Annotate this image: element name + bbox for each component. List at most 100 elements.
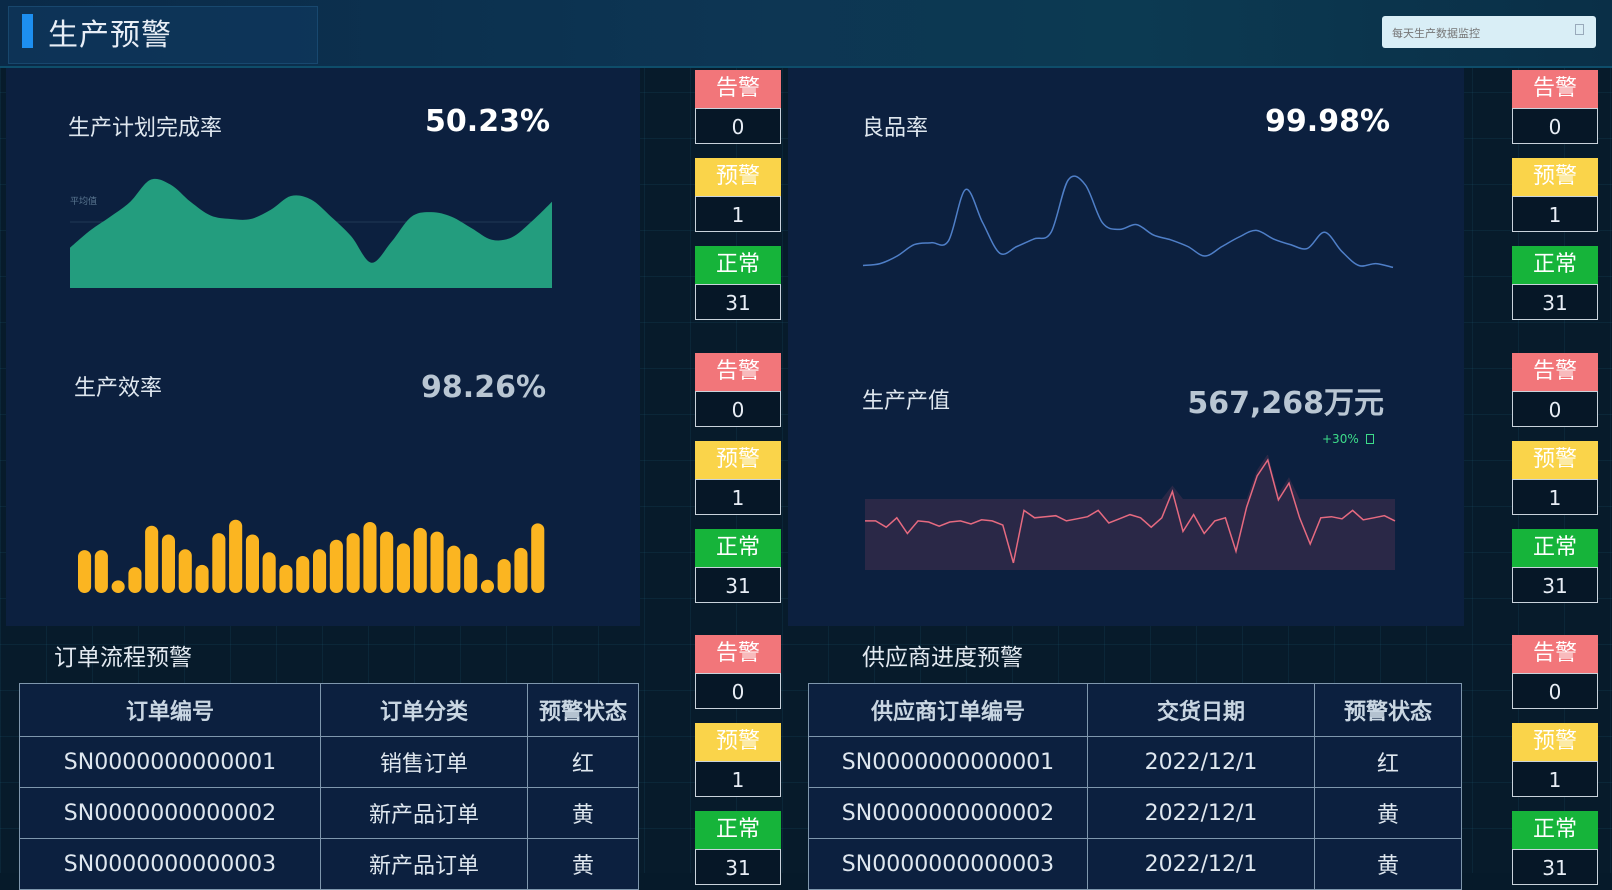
output-value-warning-status[interactable]: 预警 1	[1512, 441, 1598, 515]
output-value-normal-status[interactable]: 正常 31	[1512, 529, 1598, 603]
efficiency-bar	[430, 531, 444, 593]
order-id-cell: SN0000000000003	[19, 838, 321, 890]
table-row[interactable]: SN0000000000001 2022/12/1 红	[808, 736, 1462, 788]
efficiency-bar	[531, 523, 545, 593]
search-input[interactable]	[1390, 22, 1564, 44]
status-label: 正常	[695, 811, 781, 849]
supplier-table: 供应商订单编号 交货日期 预警状态 SN0000000000001 2022/1…	[808, 683, 1462, 890]
output-value-band	[865, 455, 1395, 570]
table-row[interactable]: SN0000000000002 新产品订单 黄	[19, 787, 639, 839]
plan-rate-warning-status[interactable]: 预警 1	[695, 158, 781, 232]
order-flow-warning-status[interactable]: 预警 1	[695, 723, 781, 797]
status-count: 1	[695, 479, 781, 515]
status-label: 正常	[695, 529, 781, 567]
status-count: 31	[695, 849, 781, 885]
search-box[interactable]	[1382, 16, 1596, 48]
supplier-col-header: 交货日期	[1087, 683, 1315, 737]
status-count: 0	[695, 391, 781, 427]
plan-rate-chart: 平均值	[70, 178, 552, 288]
plan-rate-label: 生产计划完成率	[68, 116, 223, 141]
status-count: 0	[695, 108, 781, 144]
supplier-col-header: 预警状态	[1314, 683, 1462, 737]
yield-rate-value: 99.98%	[1265, 104, 1390, 139]
status-label: 正常	[1512, 529, 1598, 567]
efficiency-alert-status[interactable]: 告警 0	[695, 353, 781, 427]
output-change-badge: +30%	[1322, 432, 1374, 446]
table-row[interactable]: SN0000000000003 2022/12/1 黄	[808, 838, 1462, 890]
order-flow-alert-status[interactable]: 告警 0	[695, 635, 781, 709]
supplier-id-cell: SN0000000000002	[808, 787, 1088, 839]
efficiency-value: 98.26%	[421, 370, 546, 405]
status-count: 1	[1512, 196, 1598, 232]
supplier-col-header: 供应商订单编号	[808, 683, 1088, 737]
supplier-status-cell: 黄	[1314, 787, 1462, 839]
supplier-warning-status[interactable]: 预警 1	[1512, 723, 1598, 797]
supplier-table-title: 供应商进度预警	[862, 645, 1023, 671]
yield-rate-warning-status[interactable]: 预警 1	[1512, 158, 1598, 232]
order-id-cell: SN0000000000001	[19, 736, 321, 788]
order-status-cell: 黄	[527, 787, 639, 839]
efficiency-bar	[128, 567, 142, 593]
status-label: 预警	[1512, 158, 1598, 196]
efficiency-bar	[514, 547, 528, 593]
order-table-title: 订单流程预警	[54, 645, 192, 671]
status-count: 1	[1512, 761, 1598, 797]
efficiency-bar	[313, 549, 327, 593]
status-label: 告警	[1512, 635, 1598, 673]
table-row[interactable]: SN0000000000001 销售订单 红	[19, 736, 639, 788]
efficiency-bar	[363, 522, 377, 593]
efficiency-bar	[145, 525, 159, 593]
arrow-up-icon	[1365, 434, 1374, 444]
status-count: 31	[1512, 284, 1598, 320]
supplier-status-cell: 红	[1314, 736, 1462, 788]
order-col-header: 预警状态	[527, 683, 639, 737]
yield-rate-chart	[862, 175, 1394, 269]
efficiency-bar	[195, 564, 209, 593]
order-col-header: 订单分类	[320, 683, 528, 737]
table-row[interactable]: SN0000000000003 新产品订单 黄	[19, 838, 639, 890]
supplier-normal-status[interactable]: 正常 31	[1512, 811, 1598, 885]
supplier-id-cell: SN0000000000001	[808, 736, 1088, 788]
order-status-cell: 黄	[527, 838, 639, 890]
status-count: 31	[695, 567, 781, 603]
status-label: 预警	[1512, 441, 1598, 479]
delivery-date-cell: 2022/12/1	[1087, 736, 1315, 788]
plan-rate-value: 50.23%	[425, 104, 550, 139]
status-label: 预警	[1512, 723, 1598, 761]
status-count: 31	[695, 284, 781, 320]
delivery-date-cell: 2022/12/1	[1087, 838, 1315, 890]
efficiency-chart	[78, 519, 545, 593]
table-row[interactable]: SN0000000000002 2022/12/1 黄	[808, 787, 1462, 839]
efficiency-bar	[178, 549, 192, 593]
efficiency-bar	[346, 533, 360, 593]
search-icon[interactable]	[1575, 24, 1584, 35]
status-count: 0	[1512, 108, 1598, 144]
plan-rate-normal-status[interactable]: 正常 31	[695, 246, 781, 320]
yield-rate-line	[862, 175, 1394, 269]
order-flow-normal-status[interactable]: 正常 31	[695, 811, 781, 885]
supplier-alert-status[interactable]: 告警 0	[1512, 635, 1598, 709]
efficiency-bar	[161, 534, 175, 593]
efficiency-bar	[279, 564, 293, 593]
status-count: 1	[1512, 479, 1598, 515]
plan-rate-alert-status[interactable]: 告警 0	[695, 70, 781, 144]
supplier-id-cell: SN0000000000003	[808, 838, 1088, 890]
order-type-cell: 新产品订单	[320, 787, 528, 839]
status-label: 正常	[1512, 246, 1598, 284]
yield-rate-alert-status[interactable]: 告警 0	[1512, 70, 1598, 144]
yield-rate-normal-status[interactable]: 正常 31	[1512, 246, 1598, 320]
efficiency-bar	[447, 545, 461, 593]
status-label: 预警	[695, 158, 781, 196]
supplier-status-cell: 黄	[1314, 838, 1462, 890]
status-label: 告警	[1512, 70, 1598, 108]
efficiency-normal-status[interactable]: 正常 31	[695, 529, 781, 603]
efficiency-bar	[78, 550, 92, 593]
output-value-alert-status[interactable]: 告警 0	[1512, 353, 1598, 427]
efficiency-bar	[94, 550, 108, 593]
efficiency-bar	[229, 519, 243, 593]
avg-line-label: 平均值	[70, 195, 97, 207]
efficiency-warning-status[interactable]: 预警 1	[695, 441, 781, 515]
status-label: 告警	[1512, 353, 1598, 391]
status-label: 告警	[695, 635, 781, 673]
plan-rate-area	[70, 178, 552, 288]
